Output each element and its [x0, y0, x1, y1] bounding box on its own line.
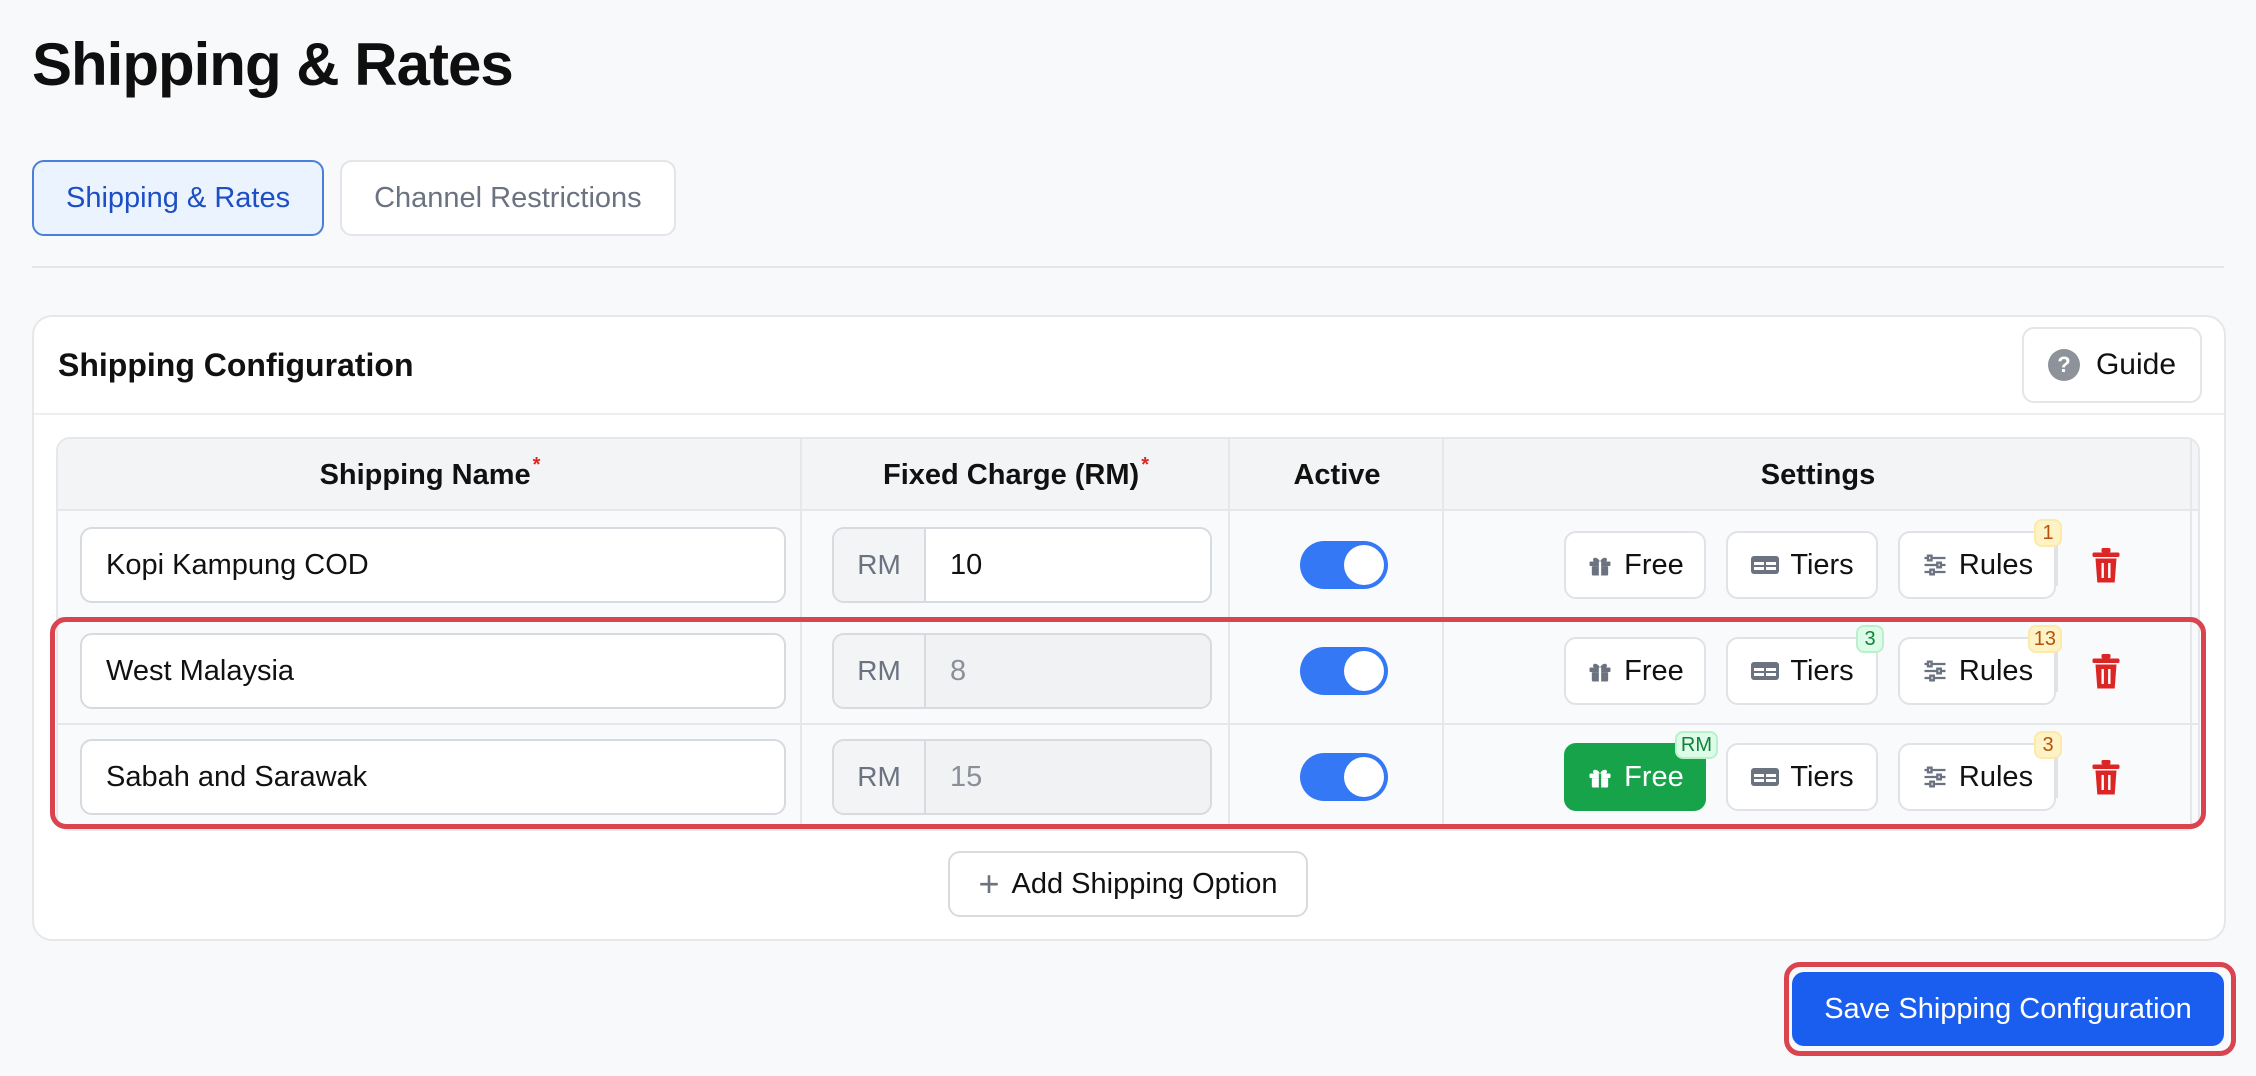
- currency-prefix: RM: [834, 741, 926, 813]
- trash-icon[interactable]: [2088, 652, 2124, 692]
- table-row: West Malaysia RM 8 Free Tiers 3 Rules 13: [58, 619, 2198, 725]
- card-divider: [34, 413, 2224, 415]
- active-toggle[interactable]: [1300, 541, 1388, 589]
- toggle-knob: [1344, 545, 1384, 585]
- question-icon: ?: [2047, 349, 2080, 381]
- tab-divider: [32, 266, 2224, 268]
- charge-value[interactable]: 10: [926, 529, 1210, 601]
- free-button[interactable]: Free: [1564, 531, 1706, 599]
- rules-button[interactable]: Rules 13: [1898, 625, 2062, 705]
- tab-bar: Shipping & Rates Channel Restrictions: [32, 160, 676, 236]
- trash-icon[interactable]: [2088, 758, 2124, 798]
- table-row: Sabah and Sarawak RM 15 Free RM Tiers Ru…: [58, 725, 2198, 829]
- toggle-knob: [1344, 651, 1384, 691]
- sliders-icon: [1921, 551, 1949, 579]
- guide-button[interactable]: ? Guide: [2022, 327, 2202, 403]
- shipping-name-input[interactable]: Kopi Kampung COD: [80, 527, 786, 603]
- guide-label: Guide: [2095, 348, 2177, 381]
- gift-icon: [1586, 657, 1614, 685]
- table-row: Kopi Kampung COD RM 10 Free Tiers Rules …: [58, 513, 2198, 619]
- tiers-count-badge: 3: [1856, 625, 1884, 653]
- rules-count-badge: 13: [2027, 625, 2062, 653]
- required-mark: *: [532, 453, 541, 476]
- rules-count-badge: 3: [2034, 731, 2062, 759]
- gift-icon: [1586, 551, 1614, 579]
- fixed-charge-input[interactable]: RM 8: [832, 633, 1212, 709]
- add-shipping-option-button[interactable]: + Add Shipping Option: [948, 851, 1308, 917]
- charge-value[interactable]: 8: [926, 635, 1210, 707]
- tab-channel-restrictions[interactable]: Channel Restrictions: [340, 160, 676, 236]
- free-button[interactable]: Free RM: [1564, 731, 1718, 811]
- active-toggle[interactable]: [1300, 647, 1388, 695]
- toggle-knob: [1344, 757, 1384, 797]
- required-mark: *: [1141, 453, 1149, 476]
- table-header: Shipping Name * Fixed Charge (RM) * Active…: [58, 439, 2198, 511]
- tiers-button[interactable]: Tiers: [1726, 743, 1878, 811]
- card-title: Shipping Configuration: [58, 347, 414, 383]
- table-icon: [1750, 553, 1780, 577]
- divider: [2056, 546, 2058, 586]
- header-shipping-name: Shipping Name *: [319, 453, 541, 491]
- rules-button[interactable]: Rules 1: [1898, 519, 2062, 599]
- tab-shipping-rates[interactable]: Shipping & Rates: [32, 160, 325, 236]
- shipping-config-card: Shipping Configuration ? Guide Shipping …: [32, 315, 2226, 941]
- page-title: Shipping & Rates: [32, 31, 514, 98]
- shipping-name-input[interactable]: Sabah and Sarawak: [80, 739, 786, 815]
- rules-count-badge: 1: [2034, 519, 2062, 547]
- fixed-charge-input[interactable]: RM 15: [832, 739, 1212, 815]
- shipping-table: Shipping Name * Fixed Charge (RM) * Active…: [56, 437, 2200, 831]
- active-toggle[interactable]: [1300, 753, 1388, 801]
- sliders-icon: [1921, 763, 1949, 791]
- trash-icon[interactable]: [2088, 546, 2124, 586]
- free-currency-badge: RM: [1674, 731, 1718, 759]
- tiers-button[interactable]: Tiers 3: [1726, 625, 1884, 705]
- gift-icon: [1586, 763, 1614, 791]
- sliders-icon: [1921, 657, 1949, 685]
- divider: [2056, 652, 2058, 692]
- currency-prefix: RM: [834, 635, 926, 707]
- save-shipping-configuration-button[interactable]: Save Shipping Configuration: [1792, 972, 2224, 1046]
- currency-prefix: RM: [834, 529, 926, 601]
- free-button[interactable]: Free: [1564, 637, 1706, 705]
- header-fixed-charge: Fixed Charge (RM) *: [883, 453, 1149, 491]
- table-icon: [1750, 765, 1780, 789]
- rules-button[interactable]: Rules 3: [1898, 731, 2062, 811]
- shipping-name-input[interactable]: West Malaysia: [80, 633, 786, 709]
- charge-value[interactable]: 15: [926, 741, 1210, 813]
- header-settings: Settings: [1760, 458, 1876, 491]
- header-active: Active: [1293, 458, 1381, 491]
- divider: [2056, 758, 2058, 798]
- plus-icon: +: [978, 863, 1000, 904]
- tiers-button[interactable]: Tiers: [1726, 531, 1878, 599]
- fixed-charge-input[interactable]: RM 10: [832, 527, 1212, 603]
- table-icon: [1750, 659, 1780, 683]
